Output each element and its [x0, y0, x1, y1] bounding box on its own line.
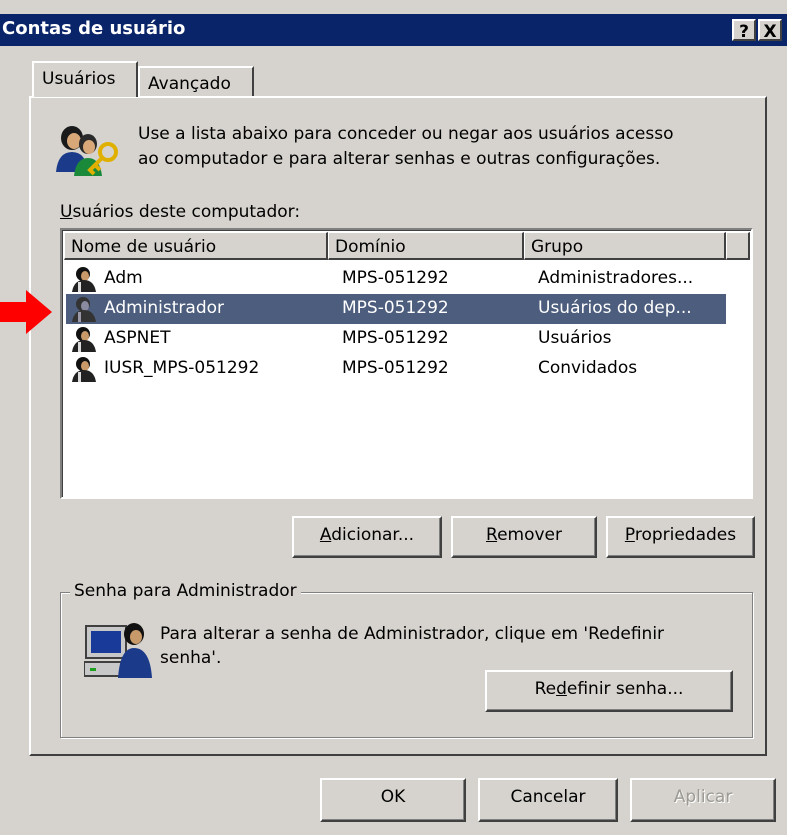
user-icon — [72, 327, 96, 352]
user-icon — [72, 297, 96, 322]
user-accounts-dialog: Contas de usuário ? X Usuários Avançado … — [0, 0, 787, 835]
close-button[interactable]: X — [758, 19, 782, 42]
user-name: Adm — [104, 268, 143, 288]
apply-button[interactable]: Aplicar — [630, 778, 776, 822]
user-name: ASPNET — [104, 328, 171, 348]
description-line-2: ao computador e para alterar senhas e ou… — [138, 149, 661, 169]
tab-usuarios[interactable]: Usuários — [32, 61, 138, 97]
user-group: Administradores... — [538, 268, 694, 288]
help-button[interactable]: ? — [732, 19, 756, 42]
window-title: Contas de usuário — [2, 18, 186, 39]
user-domain: MPS-051292 — [342, 358, 449, 378]
password-text-line-1: Para alterar a senha de Administrador, c… — [160, 624, 665, 644]
ok-button[interactable]: OK — [320, 778, 466, 822]
users-list-label: Usuários deste computador: — [60, 202, 301, 222]
user-group: Usuários — [538, 328, 612, 348]
red-arrow-icon — [0, 290, 52, 334]
tab-usuarios-label: Usuários — [42, 69, 116, 89]
tab-avancado[interactable]: Avançado — [138, 66, 254, 98]
user-name: Administrador — [104, 298, 225, 318]
user-domain: MPS-051292 — [342, 298, 449, 318]
cancel-button[interactable]: Cancelar — [478, 778, 618, 822]
remove-button[interactable]: Remover — [451, 516, 597, 558]
table-row[interactable]: IUSR_MPS-051292 MPS-051292 Convidados — [66, 354, 726, 384]
table-row[interactable]: Adm MPS-051292 Administradores... — [66, 264, 726, 294]
column-header-username[interactable]: Nome de usuário — [64, 232, 328, 260]
reset-password-button[interactable]: Redefinir senha... — [485, 670, 733, 712]
column-header-filler — [726, 232, 750, 260]
description-line-1: Use a lista abaixo para conceder ou nega… — [138, 124, 674, 144]
column-header-group[interactable]: Grupo — [524, 232, 726, 260]
user-name: IUSR_MPS-051292 — [104, 358, 260, 378]
tab-avancado-label: Avançado — [148, 74, 231, 94]
user-icon — [72, 357, 96, 382]
table-row[interactable]: ASPNET MPS-051292 Usuários — [66, 324, 726, 354]
table-row-selected[interactable]: Administrador MPS-051292 Usuários do dep… — [66, 294, 726, 324]
users-listview[interactable]: Nome de usuário Domínio Grupo Adm MPS-05… — [60, 228, 753, 499]
column-header-domain[interactable]: Domínio — [328, 232, 524, 260]
user-icon — [72, 267, 96, 292]
user-group: Usuários do dep... — [538, 298, 692, 318]
password-group-title: Senha para Administrador — [70, 581, 301, 601]
computer-user-icon — [84, 623, 152, 678]
properties-button[interactable]: Propriedades — [606, 516, 755, 558]
user-domain: MPS-051292 — [342, 328, 449, 348]
users-key-icon — [56, 126, 118, 176]
user-group: Convidados — [538, 358, 638, 378]
title-bar[interactable]: Contas de usuário ? X — [0, 14, 787, 46]
add-button[interactable]: Adicionar... — [292, 516, 442, 558]
user-domain: MPS-051292 — [342, 268, 449, 288]
password-text-line-2: senha'. — [160, 648, 222, 668]
